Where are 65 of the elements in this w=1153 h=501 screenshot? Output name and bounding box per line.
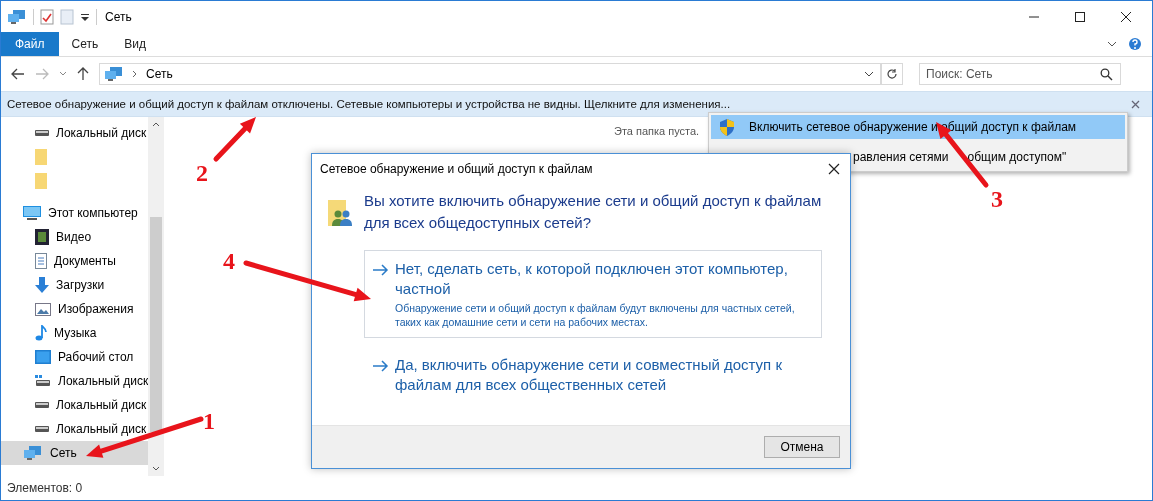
drive-icon	[35, 129, 49, 137]
empty-folder-message: Эта папка пуста.	[614, 125, 700, 137]
search-field[interactable]: Поиск: Сеть	[919, 63, 1121, 85]
dialog-title: Сетевое обнаружение и общий доступ к файлам	[320, 162, 593, 176]
nav-item[interactable]: Загрузки	[1, 273, 149, 297]
refresh-icon	[886, 68, 898, 80]
annotation-number: 2	[196, 159, 208, 187]
folder-icon	[35, 149, 47, 165]
cancel-button[interactable]: Отмена	[764, 436, 840, 458]
computer-icon	[23, 205, 41, 221]
chevron-down-icon[interactable]	[1106, 39, 1118, 49]
nav-item[interactable]: Рабочий стол	[1, 345, 149, 369]
nav-item[interactable]: Локальный диск	[1, 417, 149, 441]
ribbon-tab[interactable]: Вид	[111, 32, 159, 56]
nav-item[interactable]: Документы	[1, 249, 149, 273]
dropdown-icon[interactable]	[80, 11, 90, 22]
nav-item[interactable]: Музыка	[1, 321, 149, 345]
network-icon	[7, 8, 27, 25]
help-icon[interactable]	[1128, 37, 1142, 51]
desktop-icon	[35, 350, 51, 364]
drive-icon	[35, 375, 51, 387]
address-bar[interactable]: Сеть	[99, 63, 881, 85]
nav-item[interactable]: Локальный диск	[1, 121, 149, 145]
ribbon-tab[interactable]: Файл	[1, 32, 59, 56]
chevron-down-icon[interactable]	[152, 466, 161, 472]
close-icon[interactable]	[1120, 10, 1132, 23]
users-icon	[328, 200, 354, 228]
up-arrow-icon[interactable]	[77, 67, 89, 81]
document-icon	[35, 253, 47, 269]
drive-icon	[35, 401, 49, 409]
search-icon[interactable]	[1100, 68, 1113, 81]
dialog-question: Вы хотите включить обнаружение сети и общий доступ к файлам для всех общедоступных сетей?	[364, 191, 823, 233]
nav-item[interactable]: Этот компьютер	[1, 201, 149, 225]
chevron-down-icon[interactable]	[59, 71, 67, 77]
window-title: Сеть	[105, 9, 132, 24]
shield-icon	[719, 118, 735, 136]
nav-item[interactable]: Локальный диск	[1, 369, 149, 393]
annotation-number: 4	[223, 247, 235, 275]
drive-icon	[35, 425, 49, 433]
nav-item[interactable]: Видео	[1, 225, 149, 249]
ribbon-tab[interactable]: Сеть	[58, 32, 112, 56]
scrollbar[interactable]	[148, 117, 164, 476]
annotation-number: 3	[991, 185, 1003, 213]
properties-icon[interactable]	[40, 8, 54, 25]
nav-item[interactable]: Локальный диск	[1, 393, 149, 417]
item-count: Элементов: 0	[7, 481, 83, 495]
refresh-button[interactable]	[881, 63, 903, 85]
command-link[interactable]: Да, включить обнаружение сети и совместный доступ к файлам для всех общественных сетей	[364, 346, 822, 404]
nav-item[interactable]: Сеть	[1, 441, 149, 465]
close-icon[interactable]	[828, 163, 840, 175]
back-arrow-icon[interactable]	[11, 68, 25, 80]
nav-item[interactable]: Изображения	[1, 297, 149, 321]
annotation-number: 1	[203, 407, 215, 435]
maximize-icon[interactable]	[1074, 10, 1086, 23]
download-arrow-icon	[35, 277, 49, 293]
command-link[interactable]: Нет, сделать сеть, к которой подключен этот компьютер, частной Обнаружение сети и общий доступ к файлам будут включены для частных сетей, таких как домашние сети и сети на рабочих местах.	[364, 250, 822, 338]
annotation-arrow	[213, 117, 256, 162]
folder-icon	[35, 173, 47, 189]
film-icon	[35, 229, 49, 245]
network-icon	[23, 445, 43, 461]
music-note-icon	[35, 325, 47, 341]
chevron-up-icon[interactable]	[152, 121, 161, 127]
arrow-icon	[373, 264, 389, 276]
arrow-icon	[373, 360, 389, 372]
image-icon	[35, 302, 51, 316]
